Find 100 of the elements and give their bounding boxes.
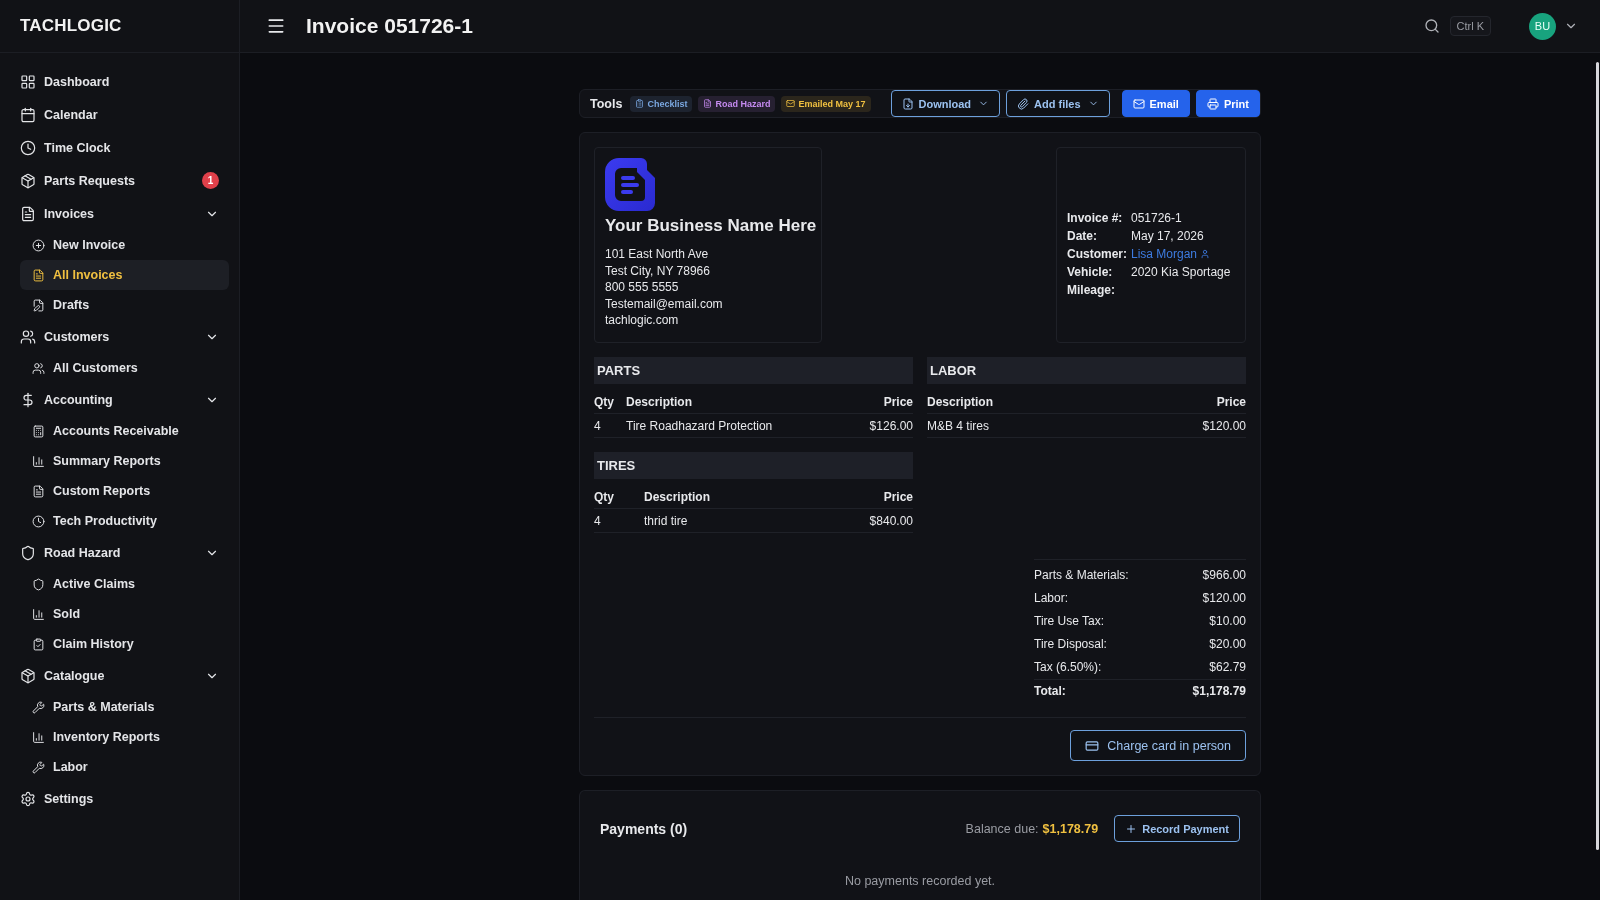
- table-cell: $120.00: [1202, 414, 1246, 438]
- sidebar-icon: [20, 205, 36, 222]
- sidebar-subitem[interactable]: Sold: [20, 599, 229, 629]
- sidebar-icon: [32, 577, 45, 591]
- sidebar-item[interactable]: Dashboard: [10, 65, 229, 98]
- sidebar-item[interactable]: Road Hazard: [10, 536, 229, 569]
- record-payment-button[interactable]: Record Payment: [1114, 815, 1240, 842]
- table-cell: thrid tire: [644, 509, 870, 533]
- sidebar-subitem[interactable]: Inventory Reports: [20, 722, 229, 752]
- sidebar-icon: [32, 514, 45, 528]
- sidebar-subitem[interactable]: All Invoices: [20, 260, 229, 290]
- business-detail: Test City, NY 78966: [605, 262, 711, 280]
- status-tag: Checklist: [630, 95, 693, 112]
- sidebar-item[interactable]: Settings: [10, 782, 229, 815]
- sidebar-icon: [32, 238, 45, 252]
- toolbar-button[interactable]: Print: [1195, 90, 1260, 117]
- info-label: Invoice #:: [1067, 210, 1124, 226]
- tag-icon: [786, 99, 796, 108]
- total-label: Tire Use Tax:: [1034, 613, 1106, 630]
- table-cell: M&B 4 tires: [927, 414, 1203, 438]
- sidebar-item[interactable]: Time Clock: [10, 131, 229, 164]
- sidebar-subitem[interactable]: New Invoice: [20, 230, 229, 260]
- business-detail: Testemail@email.com: [605, 295, 724, 313]
- table-cell: Tire Roadhazard Protection: [626, 414, 870, 438]
- sidebar-subitem[interactable]: Drafts: [20, 290, 229, 320]
- total-value: $10.00: [1208, 613, 1246, 630]
- sidebar-icon: [32, 454, 45, 468]
- payments-title: Payments (0): [600, 820, 689, 837]
- info-value: May 17, 2026: [1131, 228, 1205, 244]
- sidebar-item[interactable]: Customers: [10, 320, 229, 353]
- sidebar-item[interactable]: Calendar: [10, 98, 229, 131]
- business-detail: 800 555 5555: [605, 279, 680, 296]
- toolbar-button[interactable]: Email: [1121, 90, 1190, 117]
- total-label: Parts & Materials:: [1034, 567, 1130, 584]
- table-cell: $126.00: [869, 414, 913, 438]
- sidebar-icon: [20, 328, 36, 345]
- sidebar-item[interactable]: Parts Requests 1: [10, 164, 229, 197]
- person-icon: [1200, 249, 1211, 259]
- balance-label: Balance due:: [965, 821, 1039, 836]
- business-detail: tachlogic.com: [605, 312, 680, 329]
- sidebar-item[interactable]: Invoices: [10, 197, 229, 230]
- credit-card-icon: [1085, 738, 1100, 753]
- toolbar-button[interactable]: Add files: [1006, 90, 1110, 117]
- sidebar-icon: [20, 106, 36, 123]
- sidebar-subitem[interactable]: Tech Productivity: [20, 506, 229, 536]
- tag-icon: [635, 99, 645, 108]
- total-value: $62.79: [1208, 659, 1246, 676]
- column-header: Description: [644, 479, 870, 509]
- sidebar-subitem[interactable]: Parts & Materials: [20, 692, 229, 722]
- sidebar-icon: [20, 139, 36, 156]
- column-header: Description: [927, 384, 1203, 414]
- shortcut-hint: Ctrl K: [1449, 16, 1491, 36]
- sidebar-subitem[interactable]: Accounts Receivable: [20, 416, 229, 446]
- sidebar-icon: [32, 298, 45, 312]
- tag-icon: [703, 99, 713, 108]
- sidebar-item[interactable]: Catalogue: [10, 659, 229, 692]
- sidebar-subitem[interactable]: All Customers: [20, 353, 229, 383]
- table-cell: 4: [594, 509, 644, 533]
- sidebar-icon: [32, 760, 45, 774]
- table-cell: 4: [594, 414, 626, 438]
- sidebar-subitem[interactable]: Summary Reports: [20, 446, 229, 476]
- sidebar-icon: [20, 790, 36, 807]
- menu-icon[interactable]: [266, 16, 286, 36]
- scrollbar[interactable]: [1596, 62, 1599, 850]
- table-cell: $840.00: [869, 509, 913, 533]
- sidebar-icon: [32, 361, 45, 375]
- toolbar-button[interactable]: Download: [890, 90, 1001, 117]
- sidebar-icon: [20, 391, 36, 408]
- info-label: Mileage:: [1067, 282, 1116, 298]
- status-tag: Emailed May 17: [781, 95, 871, 112]
- sidebar-subitem[interactable]: Claim History: [20, 629, 229, 659]
- sidebar-subitem[interactable]: Custom Reports: [20, 476, 229, 506]
- business-logo: [605, 158, 655, 211]
- customer-link[interactable]: Lisa Morgan: [1131, 246, 1235, 262]
- notification-badge: 1: [202, 172, 219, 189]
- column-header: Price: [869, 479, 913, 509]
- info-label: Customer:: [1067, 246, 1128, 262]
- section-header: LABOR: [927, 357, 1246, 384]
- sidebar-item[interactable]: Accounting: [10, 383, 229, 416]
- sidebar-icon: [32, 424, 45, 438]
- column-header: Description: [626, 384, 870, 414]
- total-value: $120.00: [1201, 590, 1246, 607]
- column-header: Qty: [594, 384, 626, 414]
- sidebar-subitem[interactable]: Labor: [20, 752, 229, 782]
- section-header: PARTS: [594, 357, 913, 384]
- search-icon[interactable]: [1423, 18, 1440, 34]
- charge-card-button[interactable]: Charge card in person: [1070, 730, 1246, 761]
- column-header: Qty: [594, 479, 644, 509]
- sidebar-icon: [32, 637, 45, 651]
- info-value: 051726-1: [1131, 210, 1183, 226]
- page-title: Invoice 051726-1: [306, 14, 474, 38]
- info-label: Vehicle:: [1067, 264, 1114, 280]
- sidebar-icon: [32, 730, 45, 744]
- column-header: Price: [869, 384, 913, 414]
- total-label: Tax (6.50%):: [1034, 659, 1103, 676]
- button-icon: [1206, 97, 1219, 110]
- brand-logo[interactable]: TACHLOGIC: [20, 16, 122, 36]
- button-icon: [1017, 97, 1030, 110]
- sidebar-subitem[interactable]: Active Claims: [20, 569, 229, 599]
- empty-message: No payments recorded yet.: [843, 874, 997, 888]
